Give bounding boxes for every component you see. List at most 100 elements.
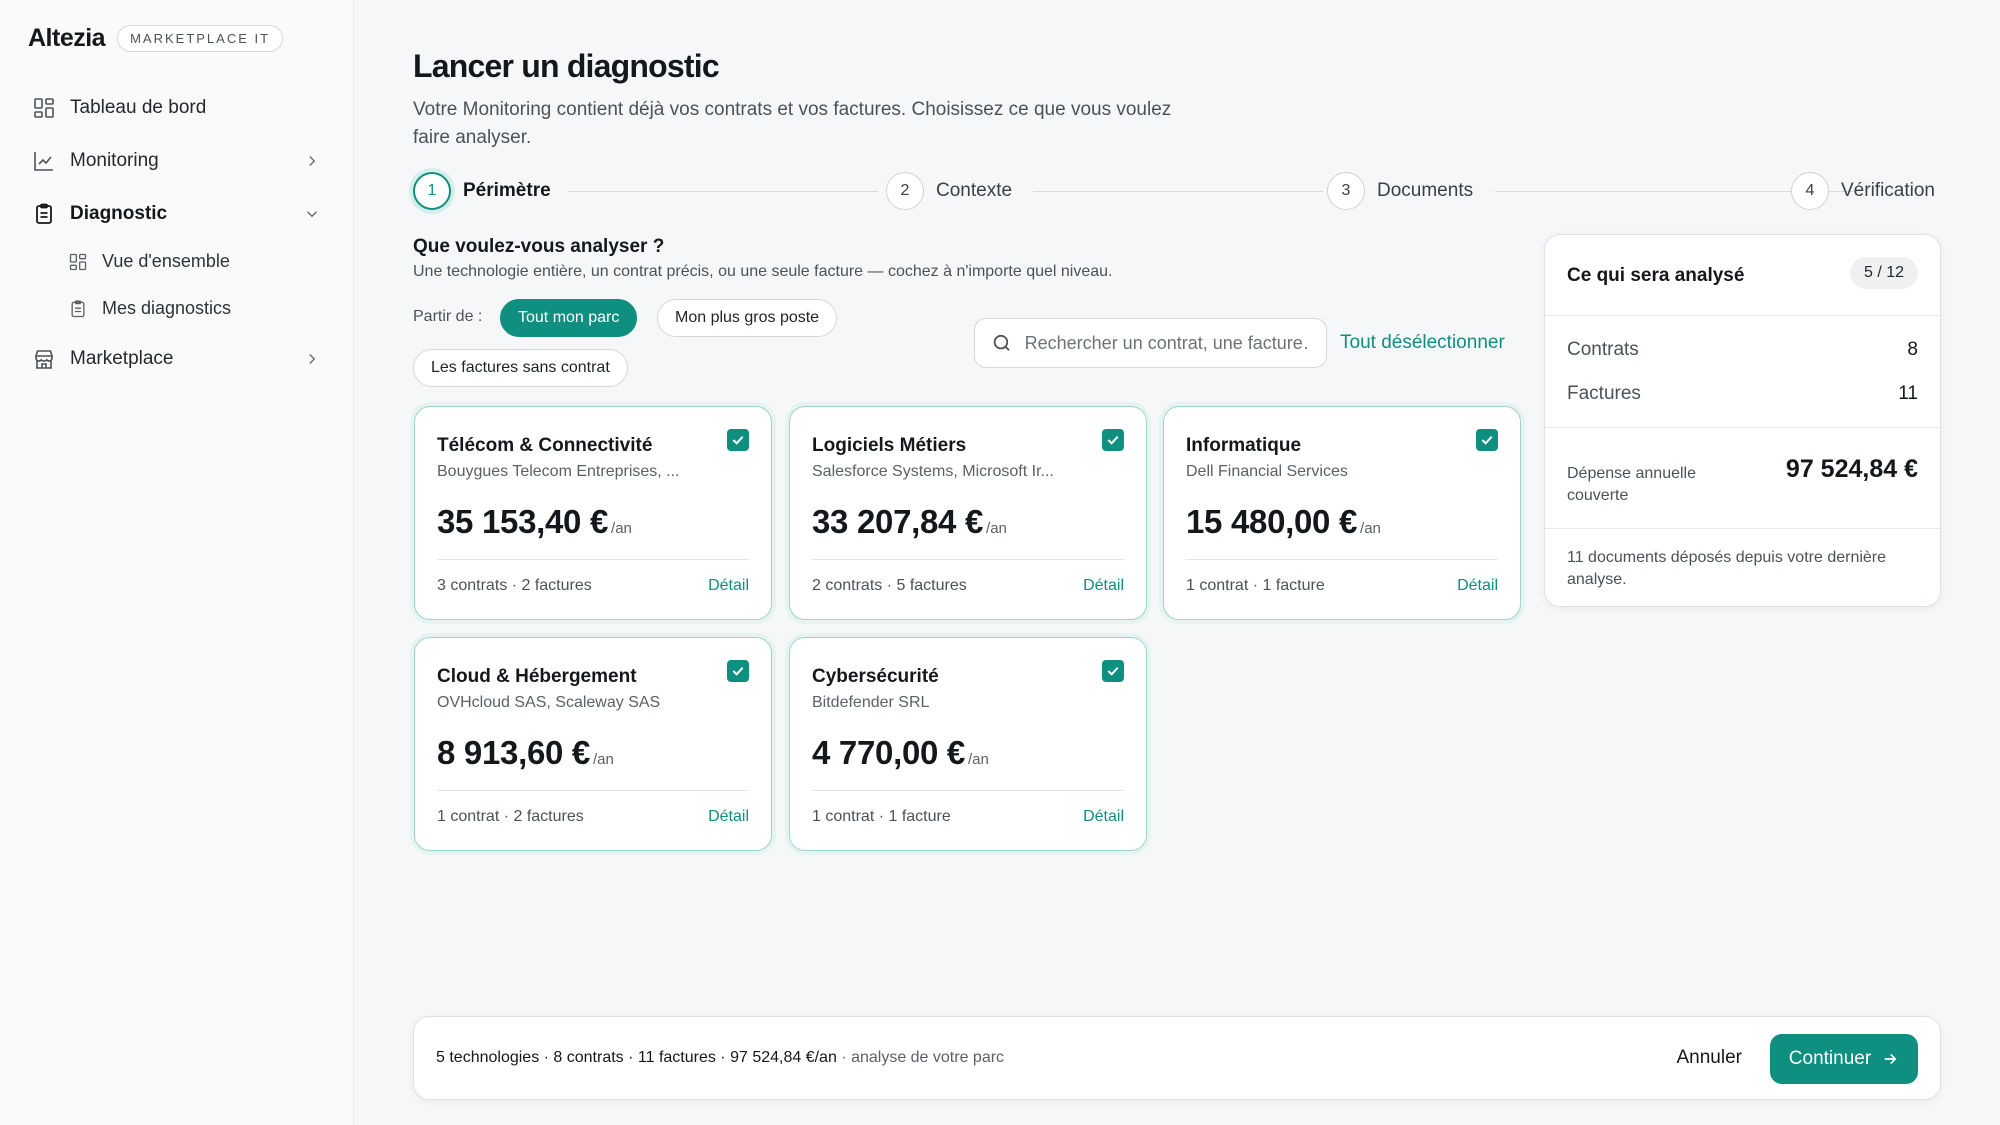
sidebar-item-diagnostic[interactable]: Diagnostic xyxy=(32,199,321,229)
card-divider xyxy=(437,790,749,791)
summary-contracts-label: Contrats xyxy=(1567,339,1639,360)
card-meta: 2 contrats · 5 factures xyxy=(812,577,967,594)
summary-divider xyxy=(1545,427,1940,428)
page-title: Lancer un diagnostic xyxy=(413,48,720,84)
sidebar: Altezia MARKETPLACE IT Tableau de bord M… xyxy=(0,0,354,1125)
continue-button[interactable]: Continuer xyxy=(1770,1034,1918,1084)
card-title: Cloud & Hébergement xyxy=(437,666,637,687)
arrow-right-icon xyxy=(1884,1053,1897,1065)
chip-whole-fleet[interactable]: Tout mon parc xyxy=(500,299,638,337)
amount-value: 33 207,84 € xyxy=(812,503,984,540)
analysis-summary-panel: Ce qui sera analysé 5 / 12 Contrats 8 Fa… xyxy=(1544,234,1941,607)
chip-biggest-item[interactable]: Mon plus gros poste xyxy=(657,299,838,337)
step-label: Contexte xyxy=(936,180,1013,201)
check-icon xyxy=(1107,666,1119,676)
step-number: 3 xyxy=(1327,172,1365,210)
step-connector xyxy=(568,191,878,192)
filter-label: Partir de : xyxy=(413,308,483,325)
section-subtitle: Une technologie entière, un contrat préc… xyxy=(413,263,1113,280)
card-vendors: Bitdefender SRL xyxy=(812,694,930,711)
checkbox-checked[interactable] xyxy=(727,660,749,682)
search-input[interactable] xyxy=(1024,332,1310,354)
card-meta: 1 contrat · 1 facture xyxy=(1186,577,1325,594)
clipboard-list-icon xyxy=(68,299,88,319)
summary-contracts-row: Contrats 8 xyxy=(1567,339,1918,361)
summary-invoices-label: Factures xyxy=(1567,383,1641,404)
brand[interactable]: Altezia MARKETPLACE IT xyxy=(28,24,284,53)
card-detail-link[interactable]: Détail xyxy=(1083,577,1124,595)
chevron-right-icon xyxy=(309,353,316,365)
check-icon xyxy=(1481,435,1493,445)
action-bar: 5 technologies · 8 contrats · 11 facture… xyxy=(413,1016,1941,1100)
card-vendors: Bouygues Telecom Entreprises, ... xyxy=(437,463,680,480)
sidebar-item-dashboard[interactable]: Tableau de bord xyxy=(32,93,321,123)
summary-divider xyxy=(1545,315,1940,316)
chevron-right-icon xyxy=(309,155,316,167)
card-meta: 3 contrats · 2 factures xyxy=(437,577,592,594)
search-box[interactable] xyxy=(974,318,1327,368)
step-number: 2 xyxy=(886,172,924,210)
card-detail-link[interactable]: Détail xyxy=(1457,577,1498,595)
checkbox-checked[interactable] xyxy=(727,429,749,451)
step-documents[interactable]: 3 Documents xyxy=(1327,172,1473,210)
deselect-all-link[interactable]: Tout désélectionner xyxy=(1340,332,1505,354)
check-icon xyxy=(732,435,744,445)
sidebar-item-label: Marketplace xyxy=(70,348,174,369)
amount-period: /an xyxy=(967,751,989,768)
selection-summary-main: 5 technologies · 8 contrats · 11 facture… xyxy=(436,1049,837,1066)
checkbox-checked[interactable] xyxy=(1102,660,1124,682)
step-perimeter[interactable]: 1 Périmètre xyxy=(413,172,551,210)
sidebar-subitem-label: Vue d'ensemble xyxy=(102,251,230,271)
card-title: Cybersécurité xyxy=(812,666,939,687)
stepper: 1 Périmètre 2 Contexte 3 Documents 4 Vér… xyxy=(413,172,1943,212)
card-divider xyxy=(437,559,749,560)
summary-invoices-value: 11 xyxy=(1898,383,1918,404)
card-detail-link[interactable]: Détail xyxy=(708,808,749,826)
step-label: Vérification xyxy=(1841,180,1935,201)
section-title: Que voulez-vous analyser ? xyxy=(413,236,665,257)
step-verification[interactable]: 4 Vérification xyxy=(1791,172,1935,210)
card-amount: 4 770,00 €/an xyxy=(812,734,989,772)
technology-card[interactable]: Cybersécurité Bitdefender SRL 4 770,00 €… xyxy=(789,637,1147,851)
sidebar-subitem-overview[interactable]: Vue d'ensemble xyxy=(68,251,230,272)
continue-label: Continuer xyxy=(1788,1048,1872,1069)
technology-card[interactable]: Cloud & Hébergement OVHcloud SAS, Scalew… xyxy=(414,637,772,851)
checkbox-checked[interactable] xyxy=(1476,429,1498,451)
technology-card[interactable]: Logiciels Métiers Salesforce Systems, Mi… xyxy=(789,406,1147,620)
amount-value: 4 770,00 € xyxy=(812,734,965,771)
card-title: Informatique xyxy=(1186,435,1302,456)
chevron-down-icon xyxy=(306,211,318,218)
summary-note: 11 documents déposés depuis votre derniè… xyxy=(1567,549,1887,588)
card-meta: 1 contrat · 2 factures xyxy=(437,808,584,825)
sidebar-item-label: Diagnostic xyxy=(70,203,168,224)
card-divider xyxy=(1186,559,1498,560)
sidebar-item-marketplace[interactable]: Marketplace xyxy=(32,344,321,374)
card-amount: 33 207,84 €/an xyxy=(812,503,1007,541)
sidebar-item-monitoring[interactable]: Monitoring xyxy=(32,146,321,176)
card-detail-link[interactable]: Détail xyxy=(1083,808,1124,826)
amount-period: /an xyxy=(592,751,614,768)
card-amount: 35 153,40 €/an xyxy=(437,503,632,541)
cancel-button[interactable]: Annuler xyxy=(1677,1047,1743,1069)
sidebar-subitem-my-diagnostics[interactable]: Mes diagnostics xyxy=(68,298,231,319)
summary-count-badge: 5 / 12 xyxy=(1849,257,1918,289)
amount-value: 15 480,00 € xyxy=(1186,503,1358,540)
card-amount: 8 913,60 €/an xyxy=(437,734,614,772)
sidebar-item-label: Monitoring xyxy=(70,150,159,171)
technology-card[interactable]: Informatique Dell Financial Services 15 … xyxy=(1163,406,1521,620)
card-detail-link[interactable]: Détail xyxy=(708,577,749,595)
card-title: Télécom & Connectivité xyxy=(437,435,653,456)
amount-period: /an xyxy=(611,520,632,537)
summary-spend-value: 97 524,84 € xyxy=(1785,455,1918,483)
step-connector xyxy=(1033,191,1323,192)
chip-invoices-without-contract[interactable]: Les factures sans contrat xyxy=(413,349,628,387)
checkbox-checked[interactable] xyxy=(1102,429,1124,451)
store-icon xyxy=(32,347,56,371)
card-vendors: Salesforce Systems, Microsoft Ir... xyxy=(812,463,1054,480)
card-meta: 1 contrat · 1 facture xyxy=(812,808,951,825)
amount-value: 8 913,60 € xyxy=(437,734,590,771)
check-icon xyxy=(732,666,744,676)
step-context[interactable]: 2 Contexte xyxy=(886,172,1012,210)
clipboard-icon xyxy=(32,202,56,226)
technology-card[interactable]: Télécom & Connectivité Bouygues Telecom … xyxy=(414,406,772,620)
